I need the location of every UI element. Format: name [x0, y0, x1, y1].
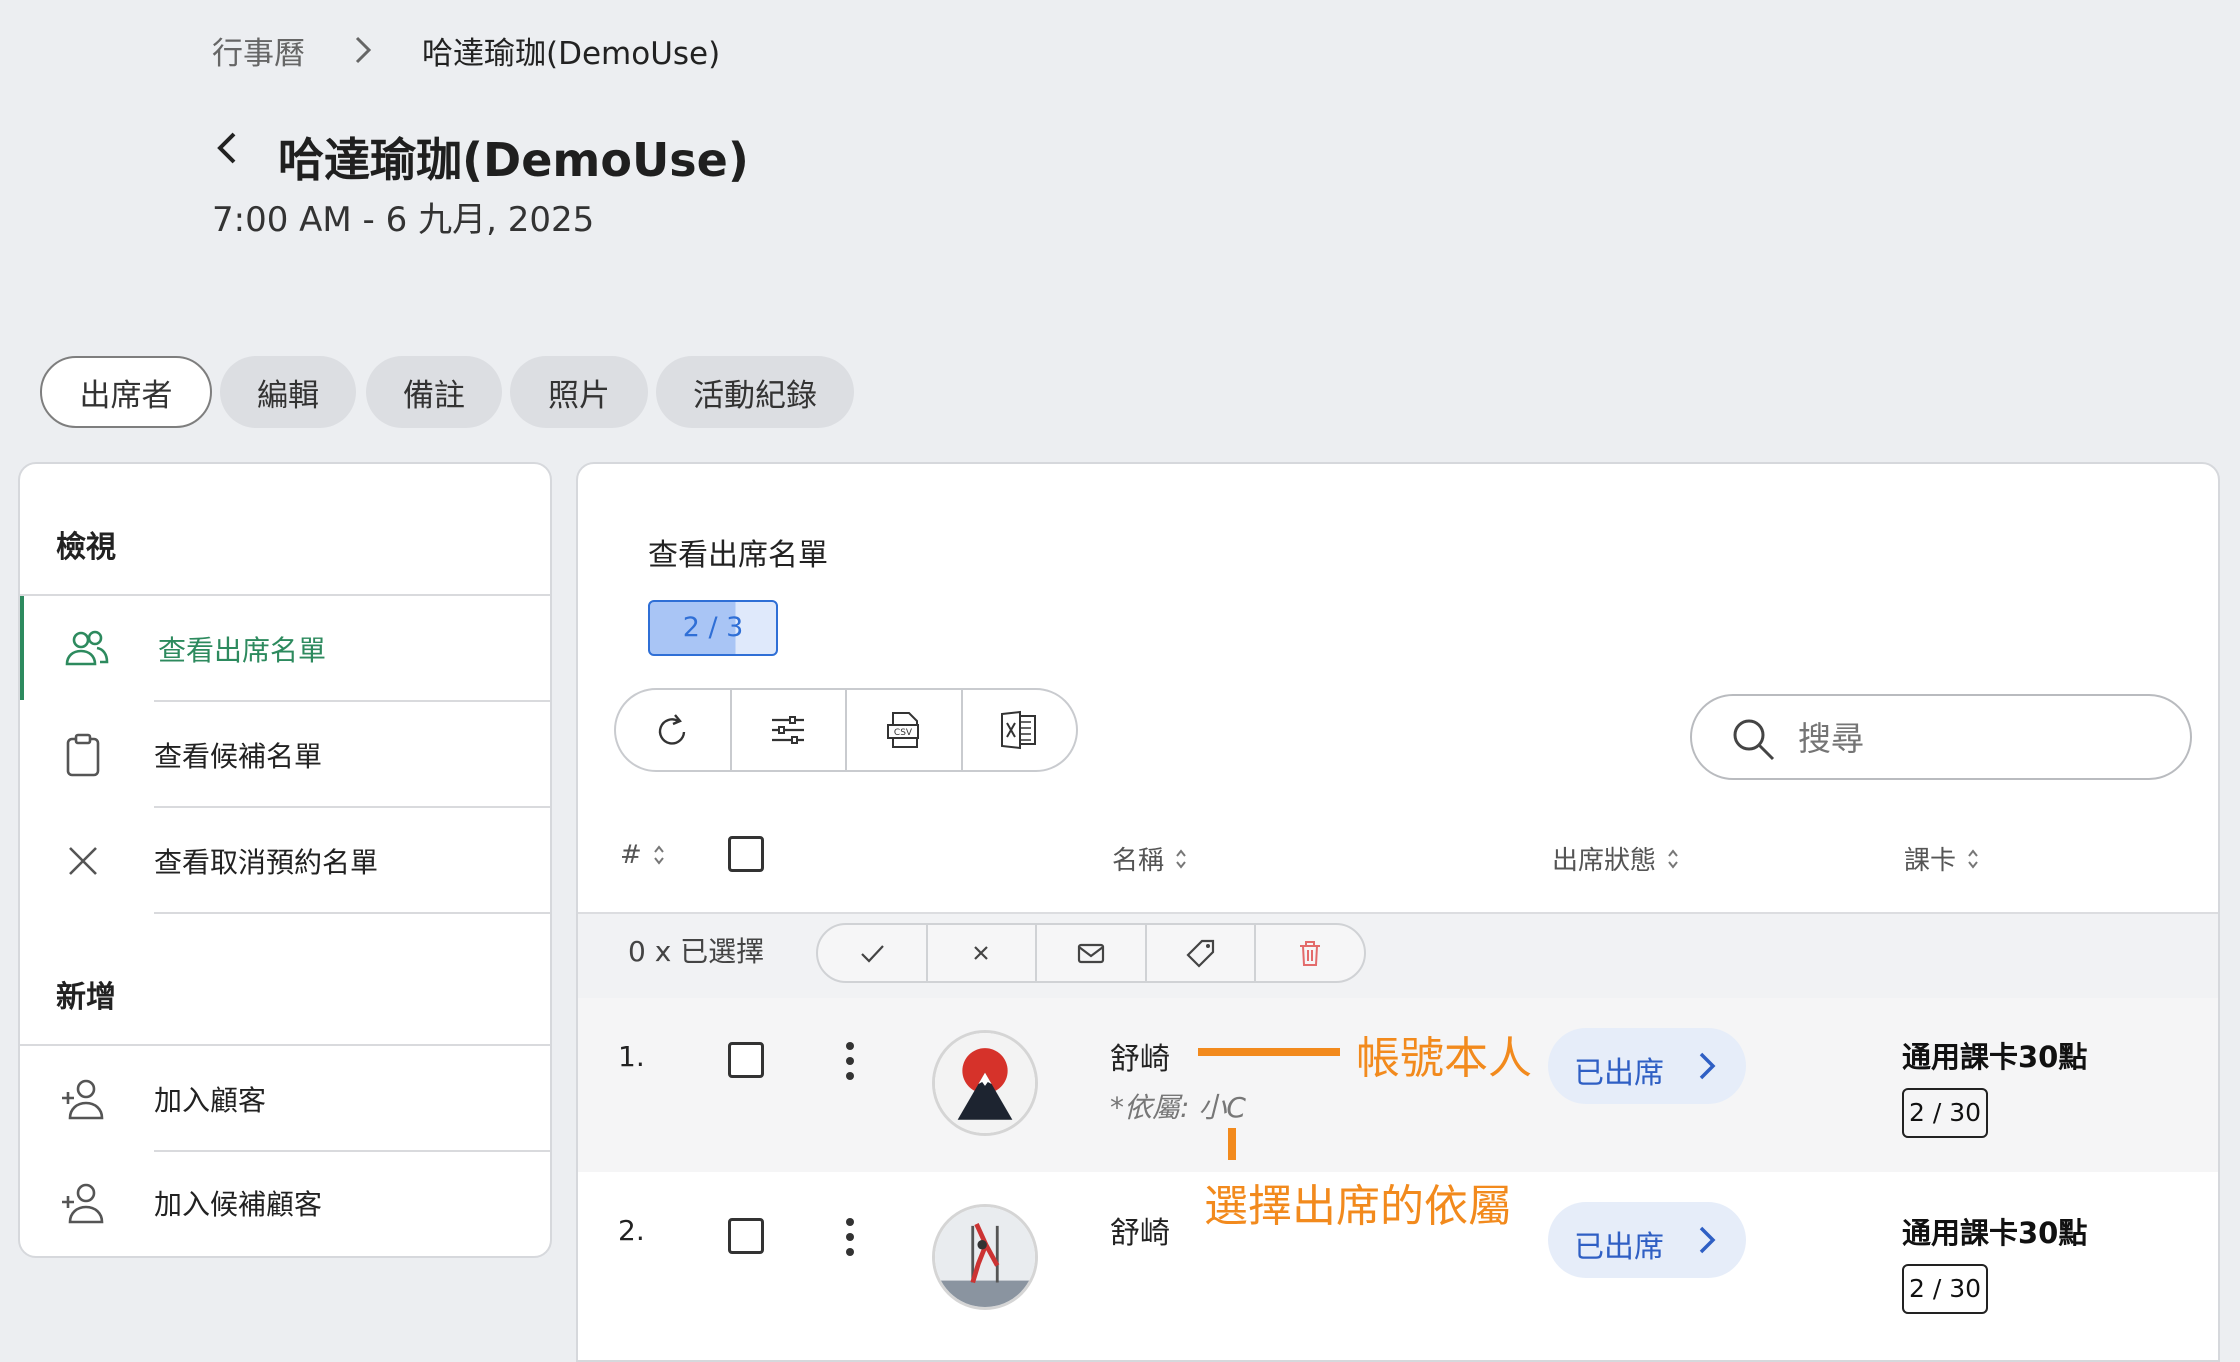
view-heading: 檢視 — [56, 530, 116, 565]
annotation-select-dependent: 選擇出席的依屬 — [1204, 1181, 1512, 1232]
chevron-right-icon — [348, 32, 378, 68]
search-box[interactable] — [1690, 694, 2192, 780]
column-header-card[interactable]: 課卡 — [1904, 840, 1980, 877]
send-email-button[interactable] — [1037, 925, 1147, 981]
mark-absent-button[interactable] — [928, 925, 1038, 981]
user-add-icon — [60, 1180, 106, 1226]
close-icon — [966, 938, 996, 968]
attendance-status-button[interactable]: 已出席 — [1548, 1202, 1746, 1278]
bulk-actions — [816, 923, 1366, 983]
tab-photos[interactable]: 照片 — [510, 356, 648, 428]
status-label: 已出席 — [1574, 1056, 1664, 1091]
users-icon — [64, 626, 110, 672]
page-title: 哈達瑜珈(DemoUse) — [278, 133, 749, 187]
row-index: 2. — [618, 1214, 645, 1247]
tab-edit[interactable]: 編輯 — [220, 356, 356, 428]
annotation-line — [1198, 1048, 1340, 1056]
select-all-checkbox[interactable] — [728, 836, 764, 872]
svg-text:CSV: CSV — [894, 728, 913, 738]
tag-button[interactable] — [1147, 925, 1257, 981]
panel-title: 查看出席名單 — [648, 538, 828, 573]
card-usage-badge: 2 / 30 — [1902, 1264, 1988, 1314]
row-checkbox[interactable] — [728, 1218, 764, 1254]
back-arrow-icon[interactable] — [212, 128, 242, 168]
sort-icon — [654, 845, 664, 865]
avatar — [932, 1204, 1038, 1310]
refresh-button[interactable] — [616, 690, 732, 770]
sidebar-item-waitlist[interactable]: 查看候補名單 — [20, 702, 550, 806]
sidebar-item-label: 查看候補名單 — [154, 740, 323, 773]
sidebar-item-add-waitlist-customer[interactable]: 加入候補顧客 — [20, 1150, 550, 1254]
annotation-account-owner: 帳號本人 — [1356, 1033, 1532, 1084]
chevron-right-icon — [1694, 1224, 1720, 1256]
sidebar-item-cancelled-list[interactable]: 查看取消預約名單 — [20, 808, 550, 912]
sidebar-item-add-customer[interactable]: 加入顧客 — [20, 1046, 550, 1150]
row-index: 1. — [618, 1040, 645, 1073]
add-heading: 新增 — [56, 980, 116, 1015]
clipboard-icon — [60, 732, 106, 778]
column-header-name[interactable]: 名稱 — [1112, 840, 1188, 877]
sidebar-item-label: 加入候補顧客 — [154, 1188, 323, 1221]
event-datetime: 7:00 AM - 6 九月, 2025 — [212, 200, 595, 240]
tab-activity-log[interactable]: 活動紀錄 — [656, 356, 854, 428]
list-toolbar: CSV — [614, 688, 1078, 772]
capacity-indicator: 2 / 3 — [648, 600, 778, 656]
user-add-icon — [60, 1076, 106, 1122]
filter-button[interactable] — [732, 690, 847, 770]
search-input[interactable] — [1796, 712, 2160, 764]
export-csv-button[interactable]: CSV — [847, 690, 963, 770]
tab-notes[interactable]: 備註 — [366, 356, 502, 428]
csv-icon: CSV — [884, 710, 924, 750]
excel-icon — [999, 710, 1039, 750]
delete-button[interactable] — [1256, 925, 1364, 981]
card-usage-badge: 2 / 30 — [1902, 1088, 1988, 1138]
customer-name[interactable]: 舒崎 — [1110, 1034, 1170, 1078]
close-icon — [60, 838, 106, 884]
check-icon — [857, 938, 887, 968]
membership-card-name: 通用課卡30點 — [1902, 1216, 2088, 1250]
refresh-icon — [653, 710, 693, 750]
mail-icon — [1076, 938, 1106, 968]
more-options-icon[interactable] — [844, 1040, 856, 1082]
dependent-label: *依屬: 小C — [1110, 1091, 1246, 1124]
column-header-index[interactable]: # — [620, 840, 666, 870]
chevron-right-icon — [1694, 1050, 1720, 1082]
sidebar-item-label: 加入顧客 — [154, 1084, 267, 1117]
attendance-status-button[interactable]: 已出席 — [1548, 1028, 1746, 1104]
tab-attendees[interactable]: 出席者 — [40, 356, 212, 428]
sort-icon — [1176, 848, 1186, 869]
capacity-label: 2 / 3 — [682, 612, 744, 643]
selected-count: 0 x 已選擇 — [628, 935, 765, 968]
mark-attended-button[interactable] — [818, 925, 928, 981]
trash-icon — [1295, 938, 1325, 968]
search-icon — [1730, 716, 1776, 762]
more-options-icon[interactable] — [844, 1216, 856, 1258]
tag-icon — [1186, 938, 1216, 968]
row-checkbox[interactable] — [728, 1042, 764, 1078]
annotation-line — [1228, 1128, 1236, 1160]
status-label: 已出席 — [1574, 1230, 1664, 1265]
breadcrumb-parent[interactable]: 行事曆 — [212, 28, 305, 73]
sidebar-item-label: 查看出席名單 — [158, 634, 327, 667]
membership-card-name: 通用課卡30點 — [1902, 1040, 2088, 1074]
filter-sliders-icon — [768, 710, 808, 750]
export-excel-button[interactable] — [963, 690, 1077, 770]
breadcrumb-current: 哈達瑜珈(DemoUse) — [422, 36, 721, 72]
customer-name[interactable]: 舒崎 — [1110, 1208, 1170, 1252]
sort-icon — [1668, 848, 1678, 869]
sidebar-item-attendance-list[interactable]: 查看出席名單 — [20, 596, 554, 700]
sidebar-panel: 檢視 查看出席名單 查看候補名單 查看取消預約名單 新增 加入顧客 加入候補顧客 — [18, 462, 552, 1258]
sidebar-item-label: 查看取消預約名單 — [154, 846, 379, 879]
sort-icon — [1968, 848, 1978, 869]
avatar — [932, 1030, 1038, 1136]
column-header-status[interactable]: 出席狀態 — [1552, 840, 1680, 877]
